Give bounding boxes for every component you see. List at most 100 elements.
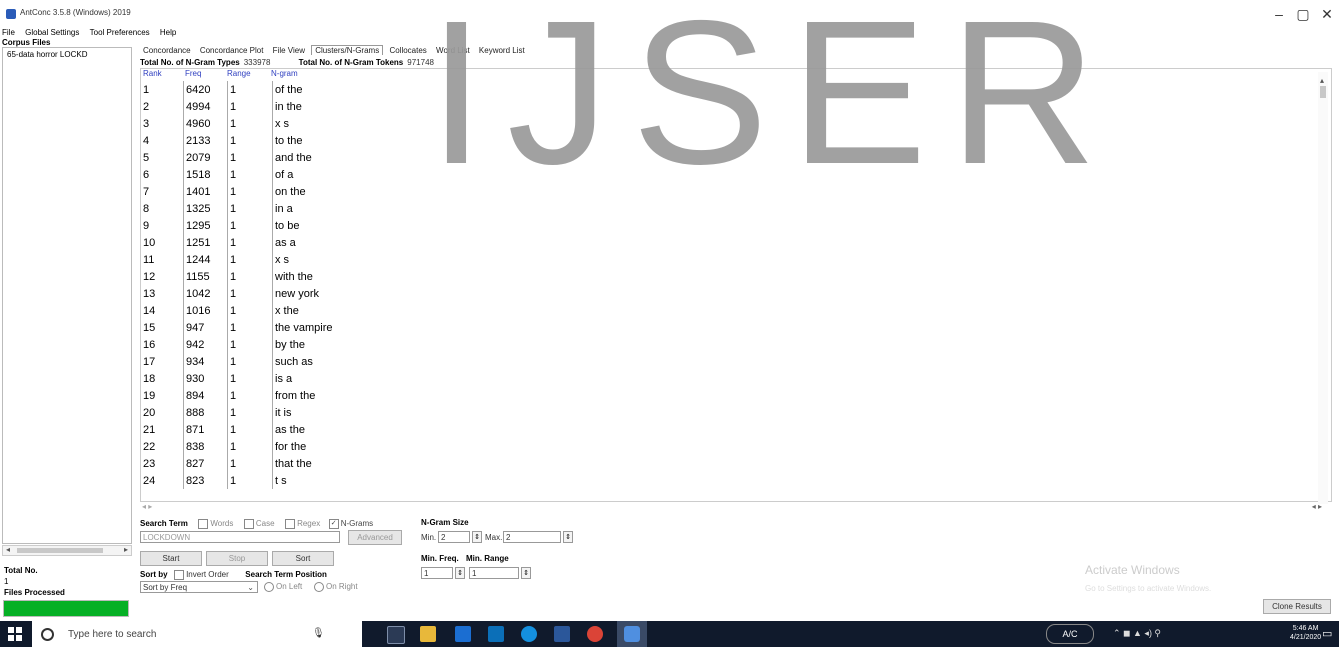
sort-by-select[interactable]: Sort by Freq ⌄ <box>140 581 258 593</box>
tab-clusters-ngrams[interactable]: Clusters/N-Grams <box>311 45 384 55</box>
table-row[interactable]: 4 2133 1 to the <box>141 132 395 149</box>
table-row[interactable]: 13 1042 1 new york <box>141 285 395 302</box>
results-vertical-scrollbar[interactable]: ▴ <box>1318 72 1328 504</box>
freq-cell: 4960 <box>183 115 228 132</box>
table-row[interactable]: 19 894 1 from the <box>141 387 395 404</box>
clone-results-button[interactable]: Clone Results <box>1263 599 1331 614</box>
tab-collocates[interactable]: Collocates <box>386 46 429 55</box>
table-row[interactable]: 16 942 1 by the <box>141 336 395 353</box>
invert-order-checkbox[interactable] <box>174 569 185 580</box>
max-size-input[interactable]: 2 <box>503 531 561 543</box>
table-row[interactable]: 12 1155 1 with the <box>141 268 395 285</box>
min-range-input[interactable]: 1 <box>469 567 519 579</box>
on-right-radio[interactable] <box>314 582 324 592</box>
table-row[interactable]: 5 2079 1 and the <box>141 149 395 166</box>
words-checkbox[interactable] <box>198 518 209 529</box>
taskbar-search[interactable]: Type here to search 🎙 <box>32 621 362 647</box>
advanced-button[interactable]: Advanced <box>348 530 402 545</box>
regex-option[interactable]: Regex <box>285 518 320 529</box>
on-left-option[interactable]: On Left <box>264 582 302 592</box>
rank-cell: 10 <box>141 234 184 251</box>
maximize-button[interactable]: ▢ <box>1290 5 1316 23</box>
scroll-left-icon[interactable]: ◂ <box>6 545 10 554</box>
case-checkbox[interactable] <box>243 518 254 529</box>
sort-button[interactable]: Sort <box>272 551 334 566</box>
regex-checkbox[interactable] <box>285 518 296 529</box>
word-icon[interactable] <box>554 626 570 642</box>
store-icon[interactable] <box>455 626 471 642</box>
table-row[interactable]: 1 6420 1 of the <box>141 81 395 98</box>
table-row[interactable]: 23 827 1 that the <box>141 455 395 472</box>
antconc-taskbar-item[interactable] <box>617 621 647 647</box>
on-right-option[interactable]: On Right <box>314 582 358 592</box>
on-left-radio[interactable] <box>264 582 274 592</box>
table-row[interactable]: 10 1251 1 as a <box>141 234 395 251</box>
max-size-spinner[interactable]: ⇕ <box>563 531 573 543</box>
notification-icon[interactable]: ▭ <box>1322 627 1332 640</box>
min-freq-input[interactable]: 1 <box>421 567 453 579</box>
ngrams-option[interactable]: ✓ N-Grams <box>328 518 373 529</box>
scroll-right-icon[interactable]: ▸ <box>124 545 128 554</box>
table-row[interactable]: 6 1518 1 of a <box>141 166 395 183</box>
table-row[interactable]: 2 4994 1 in the <box>141 98 395 115</box>
min-size-spinner[interactable]: ⇕ <box>472 531 482 543</box>
file-explorer-icon[interactable] <box>420 626 436 642</box>
results-horizontal-scrollbar[interactable]: ◂ ▸ ◂ ▸ <box>140 502 1330 512</box>
minimize-button[interactable]: – <box>1266 5 1292 23</box>
tab-concordance-plot[interactable]: Concordance Plot <box>197 46 267 55</box>
words-option[interactable]: Words <box>198 518 233 529</box>
col-header-freq[interactable]: Freq <box>185 69 201 78</box>
table-row[interactable]: 9 1295 1 to be <box>141 217 395 234</box>
mail-icon[interactable] <box>488 626 504 642</box>
min-size-input[interactable]: 2 <box>438 531 470 543</box>
rank-cell: 7 <box>141 183 184 200</box>
case-option[interactable]: Case <box>243 518 275 529</box>
table-row[interactable]: 7 1401 1 on the <box>141 183 395 200</box>
scroll-left-icon[interactable]: ◂ ▸ <box>142 502 152 511</box>
menu-global-settings[interactable]: Global Settings <box>25 28 79 37</box>
start-button[interactable]: Start <box>140 551 202 566</box>
chrome-icon[interactable] <box>587 626 603 642</box>
corpus-file-item[interactable]: 65-data horror LOCKD <box>7 50 87 59</box>
system-tray-icons[interactable]: ⌃ ◼ ▲ ◂) ⚲ <box>1113 628 1161 639</box>
menu-tool-preferences[interactable]: Tool Preferences <box>90 28 150 37</box>
scroll-thumb[interactable] <box>1320 86 1326 98</box>
menu-file[interactable]: File <box>2 28 15 37</box>
table-row[interactable]: 17 934 1 such as <box>141 353 395 370</box>
invert-order-option[interactable]: Invert Order <box>174 569 229 580</box>
microphone-icon[interactable]: 🎙 <box>312 628 325 639</box>
table-row[interactable]: 3 4960 1 x s <box>141 115 395 132</box>
stop-button[interactable]: Stop <box>206 551 268 566</box>
edge-browser-icon[interactable] <box>521 626 537 642</box>
task-view-icon[interactable] <box>387 626 405 644</box>
col-header-range[interactable]: Range <box>227 69 251 78</box>
scroll-thumb[interactable] <box>17 548 103 553</box>
progress-fill <box>4 601 128 616</box>
tab-file-view[interactable]: File View <box>270 46 308 55</box>
col-header-rank[interactable]: Rank <box>143 69 162 78</box>
corpus-files-list[interactable]: 65-data horror LOCKD <box>2 47 132 544</box>
menu-help[interactable]: Help <box>160 28 176 37</box>
ac-indicator[interactable]: A/C <box>1046 624 1094 644</box>
ngrams-checkbox[interactable]: ✓ <box>328 518 339 529</box>
table-row[interactable]: 11 1244 1 x s <box>141 251 395 268</box>
table-row[interactable]: 21 871 1 as the <box>141 421 395 438</box>
table-row[interactable]: 15 947 1 the vampire <box>141 319 395 336</box>
clock[interactable]: 5:46 AM 4/21/2020 <box>1290 624 1321 642</box>
windows-start-icon[interactable] <box>8 627 23 642</box>
tab-concordance[interactable]: Concordance <box>140 46 194 55</box>
search-input[interactable]: LOCKDOWN <box>140 531 340 543</box>
close-button[interactable]: ✕ <box>1314 5 1339 23</box>
scroll-up-icon[interactable]: ▴ <box>1320 76 1324 85</box>
table-row[interactable]: 24 823 1 t s <box>141 472 395 489</box>
table-row[interactable]: 20 888 1 it is <box>141 404 395 421</box>
table-row[interactable]: 14 1016 1 x the <box>141 302 395 319</box>
col-header-ngram[interactable]: N-gram <box>271 69 298 78</box>
scroll-right-icon[interactable]: ◂ ▸ <box>1312 502 1322 511</box>
table-row[interactable]: 22 838 1 for the <box>141 438 395 455</box>
min-range-spinner[interactable]: ⇕ <box>521 567 531 579</box>
min-freq-spinner[interactable]: ⇕ <box>455 567 465 579</box>
corpus-files-scrollbar[interactable]: ◂ ▸ <box>2 545 132 556</box>
table-row[interactable]: 18 930 1 is a <box>141 370 395 387</box>
table-row[interactable]: 8 1325 1 in a <box>141 200 395 217</box>
